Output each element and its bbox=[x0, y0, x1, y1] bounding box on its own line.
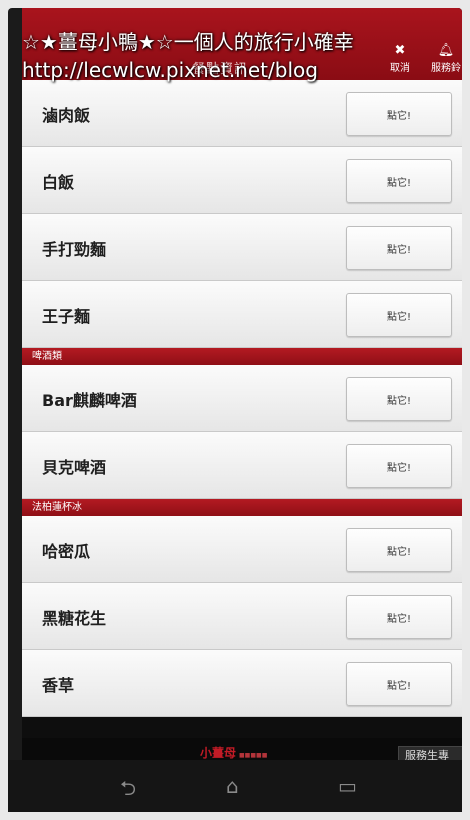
menu-item-name: 貝克啤酒 bbox=[42, 458, 107, 477]
menu-item-row: 黑糖花生 點它! bbox=[22, 583, 462, 650]
order-button[interactable]: 點它! bbox=[346, 92, 452, 136]
menu-item-row: 手打勁麵 點它! bbox=[22, 214, 462, 281]
order-button[interactable]: 點它! bbox=[346, 226, 452, 270]
menu-item-row: 哈密瓜 點它! bbox=[22, 516, 462, 583]
menu-list: 滷肉飯 點它! 白飯 點它! 手打勁麵 點它! 王子麵 點它! 啤酒類 Bar麒麟啤酒 點它! 貝克啤… bbox=[22, 80, 462, 717]
menu-item-row: 貝克啤酒 點它! bbox=[22, 432, 462, 499]
android-nav-bar: ⮌ ⌂ ▭ bbox=[8, 760, 462, 812]
order-button[interactable]: 點它! bbox=[346, 293, 452, 337]
home-icon[interactable]: ⌂ bbox=[226, 774, 239, 798]
close-icon: ✖ bbox=[394, 43, 406, 58]
order-button[interactable]: 點它! bbox=[346, 595, 452, 639]
section-header: 啤酒類 bbox=[22, 348, 462, 365]
service-bell-button[interactable]: 🔔︎ 服務鈴 bbox=[426, 44, 462, 74]
menu-item-row: 香草 點它! bbox=[22, 650, 462, 717]
watermark-title: ☆★薑母小鴨★☆一個人的旅行小確幸 bbox=[22, 30, 354, 54]
app-screen: 餐點資訊 ✖ 取消 🔔︎ 服務鈴 滷肉飯 點它! 白飯 點它! 手打勁麵 點它! 王子麵 點它… bbox=[22, 8, 462, 768]
photo-frame: 餐點資訊 ✖ 取消 🔔︎ 服務鈴 滷肉飯 點它! 白飯 點它! 手打勁麵 點它! 王子麵 點它… bbox=[0, 0, 470, 820]
menu-item-name: 香草 bbox=[42, 676, 75, 695]
menu-item-row: 白飯 點它! bbox=[22, 147, 462, 214]
menu-item-row: 王子麵 點它! bbox=[22, 281, 462, 348]
watermark-url: http://lecwlcw.pixnet.net/blog bbox=[22, 58, 318, 82]
order-button[interactable]: 點它! bbox=[346, 377, 452, 421]
order-button[interactable]: 點它! bbox=[346, 528, 452, 572]
recent-apps-icon[interactable]: ▭ bbox=[338, 774, 357, 798]
order-button[interactable]: 點它! bbox=[346, 662, 452, 706]
bell-icon: 🔔︎ bbox=[437, 43, 455, 58]
menu-item-name: 滷肉飯 bbox=[42, 106, 91, 125]
menu-item-name: 白飯 bbox=[42, 173, 75, 192]
cancel-button[interactable]: ✖ 取消 bbox=[380, 44, 420, 74]
menu-item-name: 王子麵 bbox=[42, 307, 91, 326]
menu-item-name: 手打勁麵 bbox=[42, 240, 107, 259]
cancel-label: 取消 bbox=[390, 63, 410, 74]
phone-device: 餐點資訊 ✖ 取消 🔔︎ 服務鈴 滷肉飯 點它! 白飯 點它! 手打勁麵 點它! 王子麵 點它… bbox=[8, 8, 462, 812]
order-button[interactable]: 點它! bbox=[346, 159, 452, 203]
section-header: 法柏蓮杯冰 bbox=[22, 499, 462, 516]
service-label: 服務鈴 bbox=[431, 63, 461, 74]
menu-item-row: Bar麒麟啤酒 點它! bbox=[22, 365, 462, 432]
order-button[interactable]: 點它! bbox=[346, 444, 452, 488]
menu-item-row: 滷肉飯 點它! bbox=[22, 80, 462, 147]
brand-logo: 小薑母 ■■■■■ bbox=[200, 746, 268, 760]
menu-item-name: 哈密瓜 bbox=[42, 542, 91, 561]
back-icon[interactable]: ⮌ bbox=[120, 774, 136, 808]
menu-item-name: Bar麒麟啤酒 bbox=[42, 391, 137, 410]
menu-item-name: 黑糖花生 bbox=[42, 609, 107, 628]
